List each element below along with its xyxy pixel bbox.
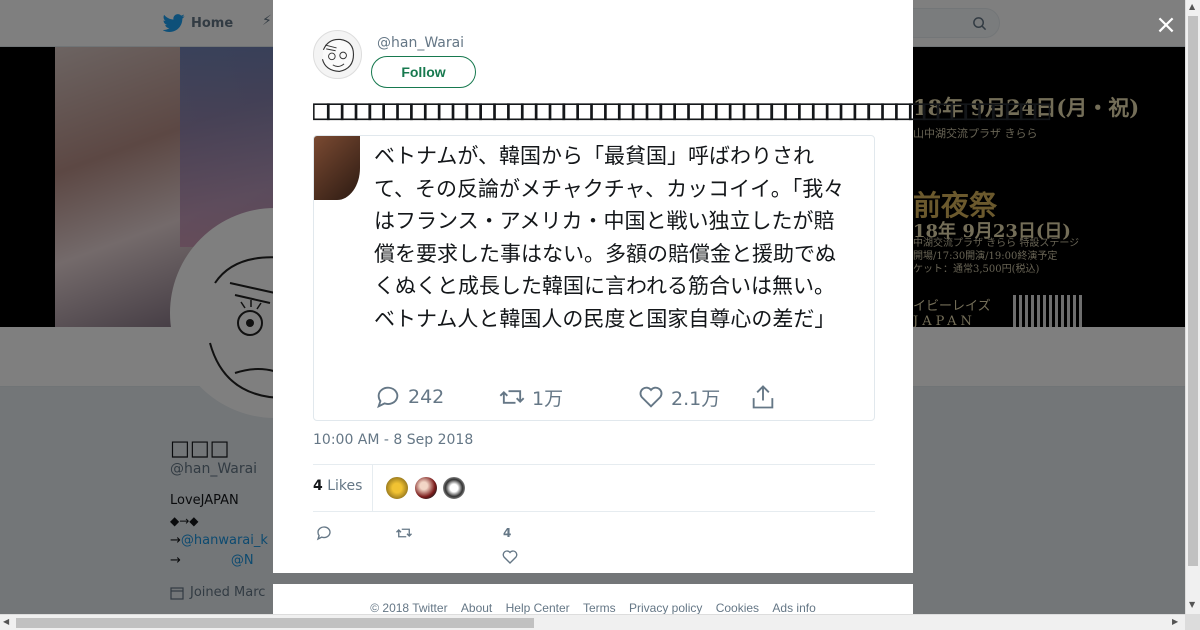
heart-icon	[639, 386, 663, 408]
retweet-icon	[499, 390, 525, 404]
sketch-avatar-icon	[321, 38, 355, 72]
reply-button[interactable]	[315, 524, 333, 546]
tweet-timestamp[interactable]: 10:00 AM - 8 Sep 2018	[313, 432, 473, 448]
reply-icon	[377, 386, 399, 409]
likes-count[interactable]: 4 Likes	[313, 478, 362, 494]
quoted-tweet-text: ベトナムが、韓国から「最貧国」呼ばわりされて、その反論がメチャクチャ、カッコイイ…	[374, 144, 845, 331]
follow-button[interactable]: Follow	[371, 56, 476, 88]
footer-links: © 2018 Twitter About Help Center Terms P…	[273, 584, 913, 615]
likes-number: 4	[313, 478, 323, 494]
quote-share-button[interactable]	[749, 383, 777, 411]
tweet-modal: @han_Warai Follow □□□□□□□□□□□□□□□□□□□□□□…	[273, 0, 1050, 573]
quoted-tweet-card[interactable]: ベトナムが、韓国から「最貧国」呼ばわりされて、その反論がメチャクチャ、カッコイイ…	[313, 135, 875, 421]
quoted-tweet-actions: 242 1万 2.1万	[374, 383, 777, 411]
horizontal-scrollbar[interactable]: ◀ ▶	[0, 614, 1185, 630]
reply-icon	[316, 526, 331, 541]
vertical-scrollbar[interactable]: ▲ ▼	[1185, 0, 1200, 614]
liker-avatar[interactable]	[385, 476, 409, 500]
liker-avatar[interactable]	[414, 476, 438, 500]
footer-cookies-link[interactable]: Cookies	[716, 601, 759, 615]
retweet-button[interactable]	[395, 524, 413, 546]
likes-row: 4 Likes	[313, 464, 875, 512]
vertical-scroll-thumb[interactable]	[1188, 16, 1198, 566]
retweet-icon	[396, 528, 412, 538]
scroll-down-arrow-icon[interactable]: ▼	[1189, 600, 1195, 609]
likes-divider	[372, 465, 373, 511]
share-icon	[752, 385, 774, 409]
author-handle[interactable]: @han_Warai	[377, 35, 464, 51]
footer-privacy-link[interactable]: Privacy policy	[629, 601, 702, 615]
scrollbar-corner	[1185, 614, 1200, 630]
footer-copyright: © 2018 Twitter	[370, 601, 448, 615]
author-avatar[interactable]	[313, 30, 362, 79]
tweet-text: □□□□□□□□□□□□□□□□□□□□□□□□□□□□□□□□□□□□□□□□…	[313, 93, 1050, 126]
scroll-left-arrow-icon[interactable]: ◀	[3, 617, 9, 626]
quote-reply-count: 242	[408, 386, 445, 408]
scroll-up-arrow-icon[interactable]: ▲	[1189, 2, 1195, 11]
footer-terms-link[interactable]: Terms	[583, 601, 616, 615]
quote-reply-button[interactable]: 242	[374, 383, 498, 411]
quote-retweet-button[interactable]: 1万	[498, 383, 637, 411]
likes-label: Likes	[327, 478, 363, 494]
like-count: 4	[503, 526, 512, 540]
quote-retweet-count: 1万	[532, 387, 564, 410]
quote-like-count: 2.1万	[671, 387, 721, 410]
quoted-tweet-image	[314, 136, 360, 200]
tweet-actions: 4	[313, 522, 875, 568]
scroll-right-arrow-icon[interactable]: ▶	[1172, 617, 1178, 626]
footer-about-link[interactable]: About	[461, 601, 492, 615]
close-icon[interactable]: ×	[1153, 12, 1179, 38]
liker-avatar[interactable]	[442, 476, 466, 500]
footer-ads-link[interactable]: Ads info	[772, 601, 815, 615]
horizontal-scroll-thumb[interactable]	[16, 618, 534, 628]
heart-icon	[502, 550, 518, 564]
like-button[interactable]	[501, 548, 519, 570]
quote-like-button[interactable]: 2.1万	[637, 383, 749, 411]
footer-help-link[interactable]: Help Center	[506, 601, 570, 615]
